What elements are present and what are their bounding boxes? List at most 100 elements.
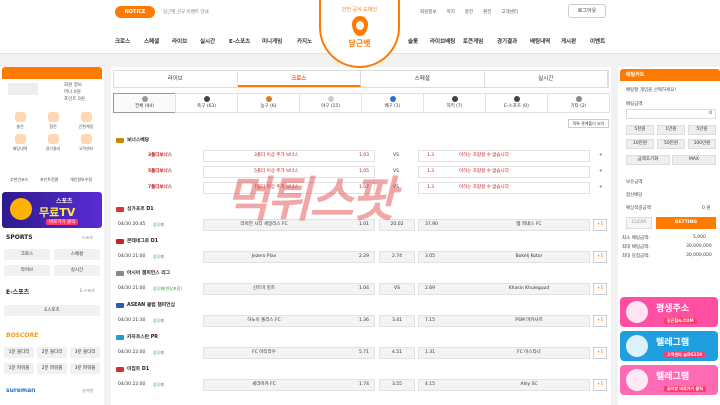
clear-button[interactable]: CLEAR (626, 217, 652, 229)
home-odds-cell[interactable]: FC 아티라우 5.71 (203, 347, 375, 359)
away-odds-cell[interactable]: 3.05 Bokelj Kotor (418, 251, 590, 263)
nav-esports[interactable]: E-스포츠 (229, 37, 250, 45)
boscore-1min-powerball[interactable]: 1분 파워볼 (4, 363, 34, 374)
home-odds-cell[interactable]: Jezero Plav 2.29 (203, 251, 375, 263)
nav-minigame[interactable]: 미니게임 (262, 37, 282, 45)
draw-odds-cell[interactable]: 3.55 (379, 379, 415, 391)
sports-more[interactable]: 스포츠 (82, 235, 93, 241)
quick-withdraw[interactable]: 환전 (38, 111, 68, 131)
betting-button[interactable]: BETTING (656, 217, 716, 229)
nav-live-betting[interactable]: 라이브배팅 (430, 37, 455, 45)
relation-folder-button[interactable]: 적특 관계폴더 보기 (568, 119, 609, 128)
away-odds-cell[interactable]: 2.69 Khasin Khuleguud (418, 283, 590, 295)
nav-realtime[interactable]: 실시간 (200, 37, 215, 45)
tab-realtime[interactable]: 실시간 (485, 71, 608, 87)
sport-basketball[interactable]: 농구 (6) (237, 93, 300, 113)
home-odds-cell[interactable]: 신트미 킹즈 1.04 (203, 283, 375, 295)
sport-baseball[interactable]: 야구 (15) (299, 93, 362, 113)
chip-500k[interactable]: 50만원 (657, 139, 685, 149)
more-markets-button[interactable]: +5 (593, 347, 607, 359)
quick-simple[interactable]: 간편계정 (71, 111, 101, 131)
nav-token[interactable]: 토큰게임 (463, 37, 483, 45)
reset-amount-button[interactable]: 금액초기화 (626, 155, 670, 165)
side-esports-button[interactable]: E스포츠 (4, 305, 100, 316)
ad-banner[interactable]: 텔레그램 고객센터 @DG119 (620, 331, 718, 361)
quick-support[interactable]: 고객센터 (71, 133, 101, 153)
boscore-3min-powerball[interactable]: 3분 파워볼 (70, 363, 100, 374)
bonus-plus[interactable]: + (599, 149, 603, 163)
max-button[interactable]: MAX (672, 155, 716, 165)
nav-casino[interactable]: 카지노 (297, 37, 312, 45)
top-link-message[interactable]: 쪽지 (447, 9, 455, 15)
logout-button[interactable]: 로그아웃 (568, 4, 606, 18)
quick-deposit[interactable]: 충전 (5, 111, 35, 131)
quick-bet-history[interactable]: 배팅내역 (5, 133, 35, 153)
draw-odds-cell[interactable]: 4.51 (379, 347, 415, 359)
boscore-1min-bolda[interactable]: 1분 볼다리 (4, 347, 34, 358)
boscore-2min-powerball[interactable]: 2분 파워볼 (37, 363, 67, 374)
notice-text[interactable]: 당근벳 신규 이벤트 안내 (163, 9, 209, 15)
tab-cross[interactable]: 크로스 (237, 71, 361, 87)
chip-1m[interactable]: 100만원 (688, 139, 716, 149)
nav-results[interactable]: 경기결과 (497, 37, 517, 45)
chip-10k[interactable]: 1만원 (657, 125, 685, 135)
top-link-member[interactable]: 회원정보 (420, 9, 437, 15)
top-link-deposit[interactable]: 충전 (465, 9, 473, 15)
chip-100k[interactable]: 10만원 (626, 139, 654, 149)
link-point-convert[interactable]: 포인트전환 (40, 177, 58, 183)
chip-50k[interactable]: 5만원 (688, 125, 716, 135)
sport-all[interactable]: 전체 (94) (113, 93, 176, 113)
side-special-button[interactable]: 스페셜 (54, 249, 100, 260)
nav-live[interactable]: 라이브 (172, 37, 187, 45)
draw-odds-cell[interactable]: 3.41 (379, 315, 415, 327)
sport-etc[interactable]: 기타 (2) (547, 93, 610, 113)
link-profile[interactable]: 개인정보수정 (70, 177, 92, 183)
site-logo[interactable]: 안전 공식 도메인 당근벳 (319, 0, 400, 68)
amount-input[interactable]: 0 (626, 109, 716, 119)
bonus-plus[interactable]: + (599, 165, 603, 179)
more-markets-button[interactable]: +5 (593, 379, 607, 391)
home-odds-cell[interactable]: 하노이 폴리스 FC 1.36 (203, 315, 375, 327)
top-link-withdraw[interactable]: 환전 (483, 9, 491, 15)
chip-5k[interactable]: 5천원 (626, 125, 654, 135)
away-odds-cell[interactable]: 1.31 FC 아스타나 (418, 347, 590, 359)
free-tv-banner[interactable]: 스포츠 무료TV 바로가기 클릭 (2, 192, 102, 228)
esports-more[interactable]: E-스포츠 (80, 288, 95, 294)
boscore-3min-bolda[interactable]: 3분 볼다리 (70, 347, 100, 358)
more-markets-button[interactable]: +5 (593, 315, 607, 327)
more-markets-button[interactable]: +5 (593, 251, 607, 263)
sport-volleyball[interactable]: 배구 (1) (361, 93, 424, 113)
nav-event[interactable]: 이벤트 (590, 37, 605, 45)
user-info[interactable]: 회원 정보 (64, 82, 82, 88)
tab-special[interactable]: 스페셜 (361, 71, 485, 87)
link-referral[interactable]: 추천인코드 (10, 177, 28, 183)
nav-board[interactable]: 게시판 (561, 37, 576, 45)
boscore-2min-bolda[interactable]: 2분 볼다리 (37, 347, 67, 358)
nav-bet-history[interactable]: 배팅내역 (530, 37, 550, 45)
home-odds-cell[interactable]: 세라미카 FC 1.74 (203, 379, 375, 391)
side-realtime-button[interactable]: 실시간 (54, 265, 100, 276)
away-odds-cell[interactable]: 4.15 Ahly SC (418, 379, 590, 391)
side-cross-button[interactable]: 크로스 (4, 249, 50, 260)
draw-odds-cell[interactable]: VS (379, 283, 415, 295)
tab-live[interactable]: 라이브 (114, 71, 238, 87)
top-link-support[interactable]: 고객센터 (501, 9, 518, 15)
nav-cross[interactable]: 크로스 (115, 37, 130, 45)
sport-hockey[interactable]: 하키 (7) (423, 93, 486, 113)
ad-banner[interactable]: 평생주소 당근접속.COM (620, 297, 718, 327)
side-live-button[interactable]: 라이브 (4, 265, 50, 276)
sport-esports[interactable]: E-스포츠 (0) (485, 93, 548, 113)
quick-results[interactable]: 경기결과 (38, 133, 68, 153)
away-odds-cell[interactable]: 37.90 탬 피네스 FC (418, 219, 590, 231)
draw-odds-cell[interactable]: 2.74 (379, 251, 415, 263)
game-time: 04/30 22:00 (118, 382, 146, 387)
away-odds-cell[interactable]: 7.15 PSM 마카사르 (418, 315, 590, 327)
more-markets-button[interactable]: +5 (593, 283, 607, 295)
ad-banner[interactable]: 텔레그램 공지방 바로가기 클릭 (620, 365, 718, 395)
sureman-more[interactable]: 슈어맨 (82, 388, 93, 394)
bonus-plus[interactable]: + (599, 181, 603, 195)
nav-special[interactable]: 스페셜 (144, 37, 159, 45)
sport-soccer[interactable]: 축구 (63) (175, 93, 238, 113)
nav-slot[interactable]: 슬롯 (408, 37, 418, 45)
more-markets-button[interactable]: +5 (593, 219, 607, 231)
